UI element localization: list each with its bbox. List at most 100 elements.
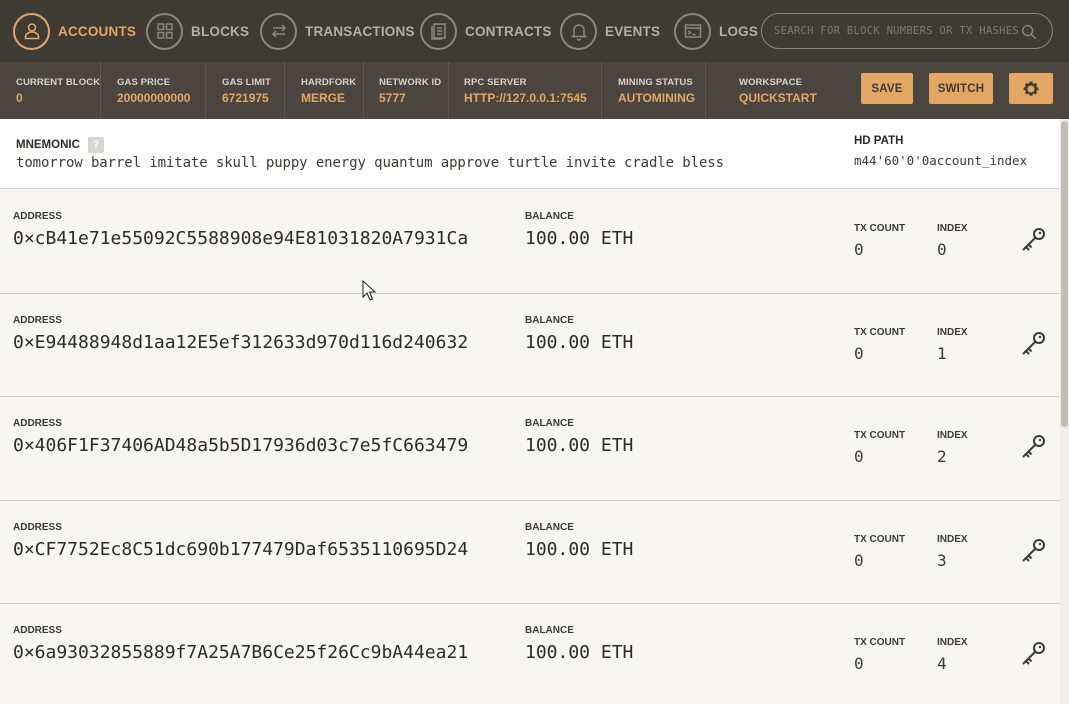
tx-count-label: TX COUNT: [854, 533, 906, 545]
network-id-label: NETWORK ID: [379, 77, 442, 88]
nav-events-label: EVENTS: [605, 23, 661, 39]
divider: [448, 62, 449, 119]
nav-logs[interactable]: LOGS: [674, 12, 758, 50]
account-address: 0×CF7752Ec8C51dc690b177479Daf6535110695D…: [13, 538, 469, 560]
key-icon[interactable]: [1019, 537, 1047, 565]
nav-events[interactable]: EVENTS: [560, 12, 660, 50]
account-address: 0×6a93032855889f7A25A7B6Ce25f26Cc9bA44ea…: [13, 642, 469, 664]
index-label: INDEX: [937, 430, 968, 442]
settings-button[interactable]: [1009, 73, 1053, 104]
hardfork-value: MERGE: [301, 91, 346, 105]
divider: [601, 62, 602, 119]
key-icon[interactable]: [1019, 640, 1047, 668]
account-balance: 100.00 ETH: [525, 642, 634, 664]
switch-button[interactable]: SWITCH: [929, 73, 993, 104]
help-icon[interactable]: ?: [87, 137, 104, 153]
workspace-label: WORKSPACE: [739, 77, 803, 88]
balance-label: BALANCE: [525, 211, 574, 222]
key-icon[interactable]: [1019, 433, 1047, 461]
nav-contracts[interactable]: CONTRACTS: [420, 12, 552, 50]
hd-path-title: HD PATH: [854, 135, 904, 147]
nav-accounts-label: ACCOUNTS: [58, 23, 137, 39]
network-id-stat: NETWORK ID 5777: [379, 62, 441, 119]
index-label: INDEX: [937, 223, 968, 234]
scrollbar-thumb[interactable]: [1061, 121, 1068, 427]
search-icon[interactable]: [1020, 23, 1038, 41]
nav-blocks[interactable]: BLOCKS: [146, 12, 249, 50]
divider: [100, 62, 101, 119]
index-label: INDEX: [937, 637, 968, 649]
account-address: 0×cB41e71e55092C5588908e94E81031820A7931…: [13, 228, 469, 249]
terminal-icon: [674, 12, 711, 50]
address-label: ADDRESS: [13, 211, 62, 222]
workspace-stat: WORKSPACE QUICKSTART: [739, 62, 817, 119]
account-balance: 100.00 ETH: [525, 538, 634, 560]
contracts-icon: [420, 12, 457, 50]
nav-accounts[interactable]: ACCOUNTS: [13, 12, 136, 50]
gas-price-label: GAS PRICE: [117, 77, 171, 88]
account-row: ADDRESS 0×6a93032855889f7A25A7B6Ce25f26C…: [0, 604, 1060, 704]
account-index: 3: [937, 550, 947, 570]
save-button[interactable]: SAVE: [861, 73, 913, 104]
transactions-icon: [260, 12, 297, 50]
search-input[interactable]: [774, 25, 1022, 37]
account-tx-count: 0: [854, 654, 864, 674]
mnemonic-words: tomorrow barrel imitate skull puppy ener…: [16, 155, 724, 171]
mining-status-stat: MINING STATUS AUTOMINING: [618, 62, 695, 119]
account-index: 2: [937, 447, 947, 467]
account-tx-count: 0: [854, 343, 864, 363]
account-list: ADDRESS 0×cB41e71e55092C5588908e94E81031…: [0, 190, 1060, 704]
key-icon[interactable]: [1019, 226, 1047, 254]
accounts-icon: [13, 12, 50, 50]
address-label: ADDRESS: [13, 521, 62, 533]
mnemonic-title-row: MNEMONIC ?: [16, 137, 104, 153]
gas-price-value: 20000000000: [117, 91, 191, 105]
account-index: 4: [937, 654, 947, 674]
bell-icon: [560, 12, 597, 50]
mnemonic-panel: MNEMONIC ? tomorrow barrel imitate skull…: [0, 119, 1069, 189]
hardfork-label: HARDFORK: [301, 77, 357, 88]
gear-icon: [1023, 81, 1039, 96]
account-balance: 100.00 ETH: [525, 435, 634, 457]
divider: [705, 62, 706, 119]
network-id-value: 5777: [379, 91, 406, 105]
gas-limit-stat: GAS LIMIT 6721975: [222, 62, 271, 119]
mnemonic-title: MNEMONIC: [16, 139, 80, 151]
mining-status-value: AUTOMINING: [618, 91, 696, 105]
tx-count-label: TX COUNT: [854, 326, 906, 338]
divider: [284, 62, 285, 119]
hd-path-value: m44'60'0'0account_index: [854, 153, 1028, 168]
account-index: 1: [937, 343, 947, 363]
account-balance: 100.00 ETH: [525, 228, 634, 249]
balance-label: BALANCE: [525, 418, 574, 430]
blocks-icon: [146, 12, 183, 50]
current-block-value: 0: [16, 91, 23, 105]
address-label: ADDRESS: [13, 625, 62, 637]
nav-transactions[interactable]: TRANSACTIONS: [260, 12, 415, 50]
current-block-label: CURRENT BLOCK: [16, 77, 101, 88]
balance-label: BALANCE: [525, 625, 574, 637]
gas-price-stat: GAS PRICE 20000000000: [117, 62, 190, 119]
account-tx-count: 0: [854, 240, 864, 259]
account-address: 0×E94488948d1aa12E5ef312633d970d116d2406…: [13, 331, 469, 353]
tx-count-label: TX COUNT: [854, 637, 906, 649]
account-row: ADDRESS 0×406F1F37406AD48a5b5D17936d03c7…: [0, 397, 1060, 501]
address-label: ADDRESS: [13, 418, 62, 430]
divider: [363, 62, 364, 119]
gas-limit-value: 6721975: [222, 91, 269, 105]
search-box: [761, 13, 1053, 49]
index-label: INDEX: [937, 326, 968, 338]
account-tx-count: 0: [854, 447, 864, 467]
current-block-stat: CURRENT BLOCK 0: [16, 62, 100, 119]
hardfork-stat: HARDFORK MERGE: [301, 62, 356, 119]
nav-contracts-label: CONTRACTS: [465, 23, 552, 39]
nav-blocks-label: BLOCKS: [191, 23, 250, 39]
gas-limit-label: GAS LIMIT: [222, 77, 271, 88]
index-label: INDEX: [937, 533, 968, 545]
divider: [205, 62, 206, 119]
top-navigation: ACCOUNTS BLOCKS TRANSACTIONS CONTRACTS E…: [0, 0, 1069, 62]
key-icon[interactable]: [1019, 330, 1047, 358]
rpc-server-label: RPC SERVER: [464, 77, 527, 88]
nav-logs-label: LOGS: [719, 23, 759, 39]
tx-count-label: TX COUNT: [854, 430, 906, 442]
